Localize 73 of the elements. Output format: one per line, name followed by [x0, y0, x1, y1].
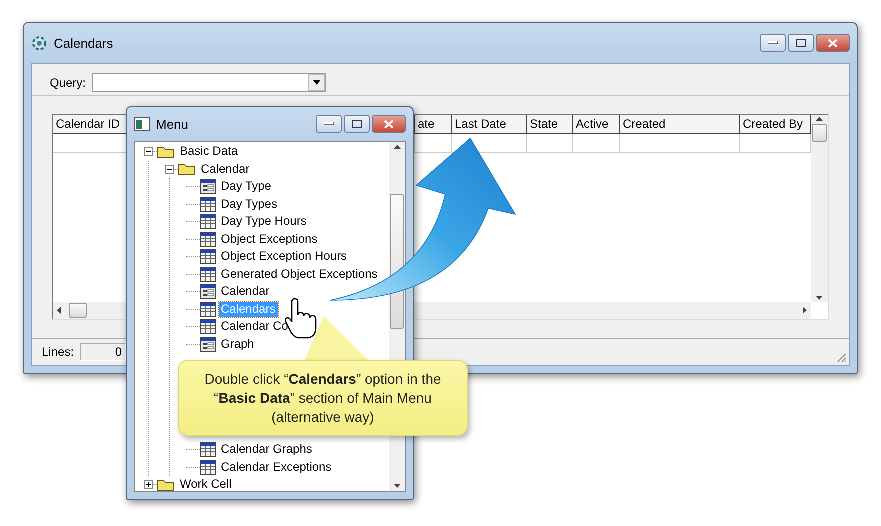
- table-cell: [573, 134, 620, 153]
- form-icon: [200, 284, 216, 300]
- table-icon: [200, 460, 216, 475]
- tree-item[interactable]: Basic Data: [178, 144, 240, 160]
- maximize-icon: [352, 120, 362, 128]
- table-cell: [415, 134, 452, 153]
- column-header[interactable]: Created: [620, 115, 740, 134]
- window-title: Calendars: [54, 36, 114, 50]
- scroll-up-icon[interactable]: [816, 117, 823, 121]
- form-icon: [200, 179, 216, 194]
- tree-item[interactable]: Calendar Graphs: [219, 442, 314, 458]
- scroll-down-icon[interactable]: [394, 484, 400, 488]
- expand-icon[interactable]: [144, 480, 153, 490]
- tree-item[interactable]: Day Type Hours: [219, 214, 309, 230]
- tree-item[interactable]: Calendar: [199, 162, 252, 177]
- tree-item[interactable]: Calendar Co: [219, 319, 290, 334]
- maximize-button[interactable]: [788, 34, 814, 52]
- scroll-thumb[interactable]: [812, 124, 827, 142]
- table-icon: [200, 214, 216, 230]
- tree-item[interactable]: Calendar Exceptions: [219, 460, 334, 475]
- lines-count: 0: [80, 343, 126, 361]
- tree-item[interactable]: Object Exceptions: [219, 232, 320, 247]
- table-icon: [200, 232, 216, 247]
- query-label: Query:: [50, 76, 86, 90]
- scroll-up-icon[interactable]: [394, 145, 400, 149]
- resize-grip-icon[interactable]: [835, 351, 847, 363]
- column-header[interactable]: ate: [415, 115, 452, 134]
- collapse-icon[interactable]: [165, 164, 174, 174]
- column-header[interactable]: Active: [573, 115, 620, 134]
- lines-label: Lines:: [42, 345, 74, 359]
- column-header[interactable]: State: [527, 115, 573, 134]
- table-icon: [200, 319, 216, 334]
- close-icon: [384, 120, 394, 128]
- table-icon: [200, 196, 216, 212]
- tree-item[interactable]: Generated Object Exceptions: [219, 266, 380, 282]
- tree-item[interactable]: Day Types: [219, 196, 280, 212]
- caret-icon: [312, 80, 321, 85]
- minimize-icon: [324, 122, 334, 126]
- table-icon: [200, 249, 216, 264]
- table-icon: [200, 266, 216, 282]
- table-icon: [200, 302, 216, 317]
- close-icon: [828, 38, 838, 48]
- table-icon: [200, 442, 216, 458]
- form-icon: [200, 336, 216, 352]
- dropdown-button[interactable]: [308, 74, 326, 91]
- callout-text: Double click “Calendars” option in the “Basic Data” section of Main Menu (alternative way): [204, 370, 442, 426]
- maximize-button[interactable]: [344, 115, 370, 133]
- tree-item[interactable]: Graph: [219, 336, 256, 352]
- tree-item[interactable]: Day Type: [219, 179, 274, 194]
- tree-item[interactable]: Object Exception Hours: [219, 249, 350, 264]
- minimize-button[interactable]: [316, 115, 342, 133]
- folder-icon: [178, 162, 196, 176]
- column-header[interactable]: Created By: [740, 115, 811, 134]
- scroll-down-icon[interactable]: [816, 296, 823, 300]
- vertical-scrollbar[interactable]: [811, 115, 828, 302]
- close-button[interactable]: [816, 34, 850, 52]
- window-title: Menu: [156, 116, 190, 132]
- gear-icon: [31, 34, 48, 52]
- table-cell: [527, 134, 573, 153]
- maximize-icon: [796, 39, 806, 47]
- column-header[interactable]: Last Date: [452, 115, 527, 134]
- scroll-right-icon[interactable]: [803, 307, 807, 314]
- window-icon: [134, 117, 150, 131]
- minimize-icon: [768, 41, 778, 45]
- tree-item[interactable]: Calendar: [219, 284, 272, 300]
- scroll-thumb[interactable]: [69, 303, 87, 318]
- close-button[interactable]: [372, 115, 406, 133]
- minimize-button[interactable]: [760, 34, 786, 52]
- collapse-icon[interactable]: [144, 147, 153, 156]
- scroll-left-icon[interactable]: [57, 307, 61, 314]
- folder-icon: [157, 478, 175, 491]
- tree-item[interactable]: Work Cell: [178, 477, 234, 491]
- folder-icon: [157, 144, 175, 159]
